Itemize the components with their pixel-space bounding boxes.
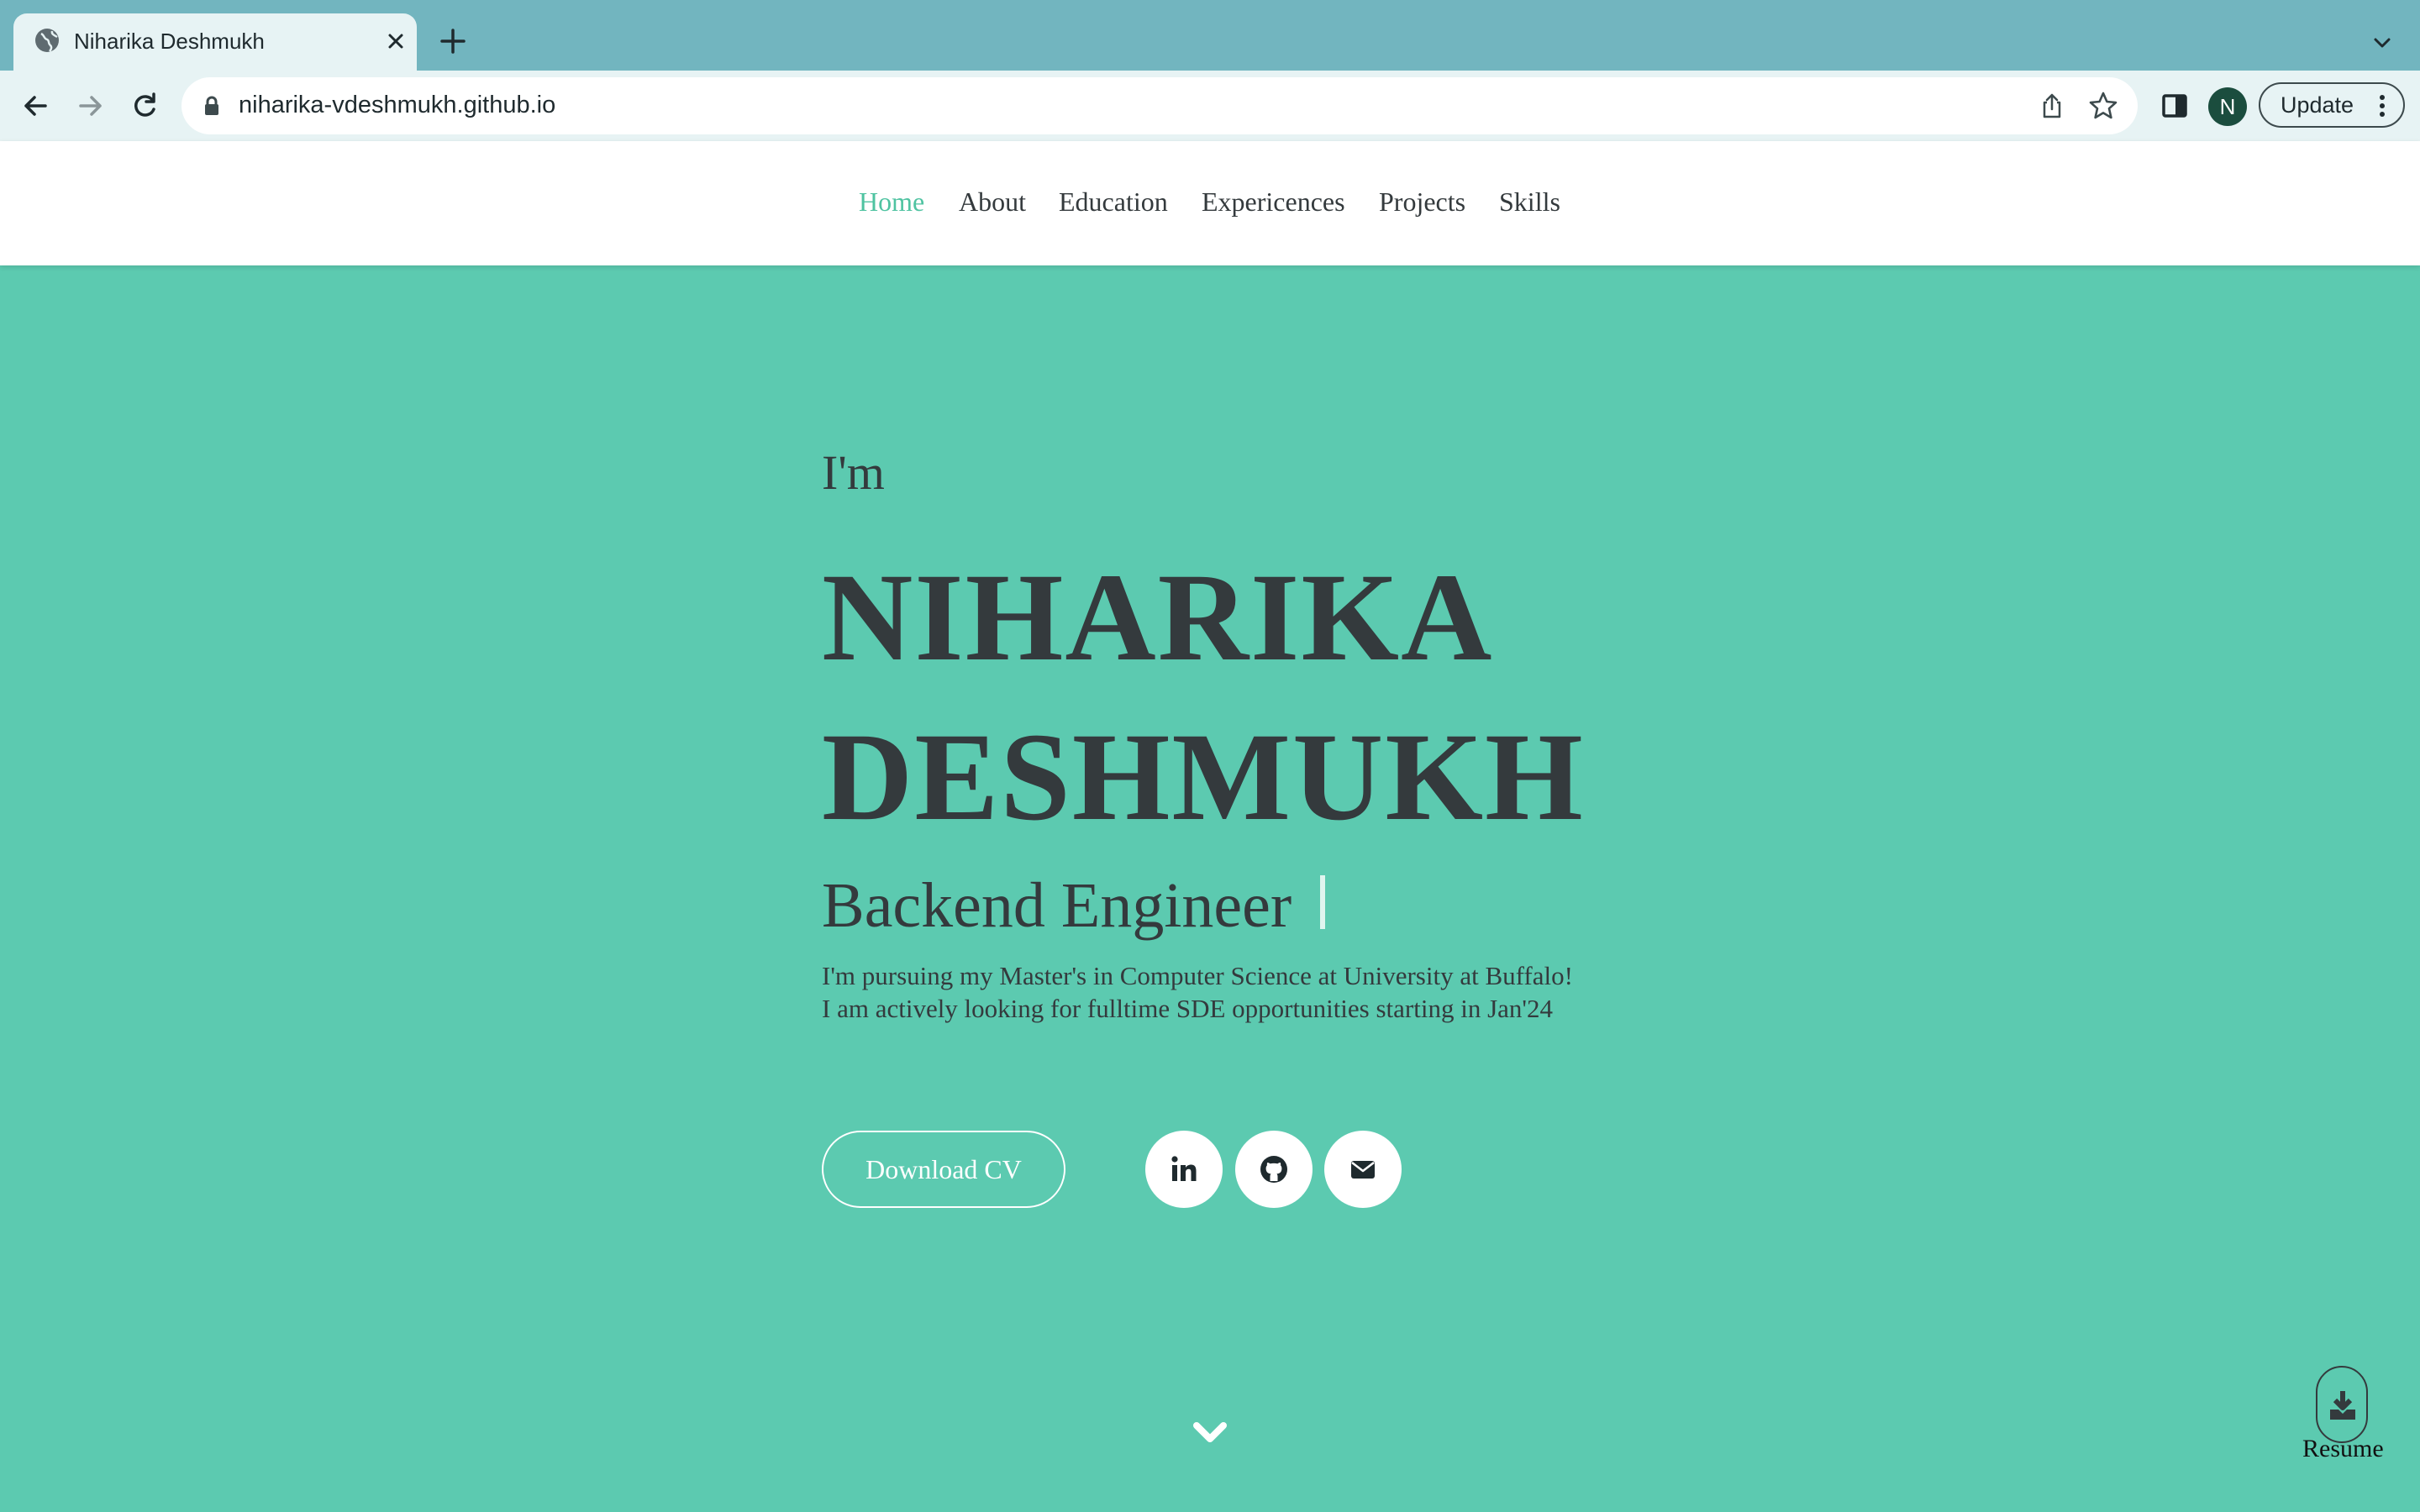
nav-link-about[interactable]: About xyxy=(959,186,1026,218)
forward-arrow-icon[interactable] xyxy=(74,89,108,123)
avatar[interactable]: N xyxy=(2208,87,2247,126)
nav-link-projects[interactable]: Projects xyxy=(1379,186,1465,218)
resume-download-widget[interactable]: Resume xyxy=(2297,1366,2391,1467)
download-cv-button[interactable]: Download CV xyxy=(822,1131,1065,1208)
site-navbar: Home About Education Expericences Projec… xyxy=(0,141,2420,265)
linkedin-icon xyxy=(1171,1156,1197,1181)
linkedin-button[interactable] xyxy=(1145,1131,1223,1208)
download-icon xyxy=(2330,1391,2355,1420)
hero-name: NIHARIKA DESHMUKH xyxy=(822,538,1585,857)
browser-tab[interactable]: Niharika Deshmukh xyxy=(13,13,417,71)
browser-toolbar: niharika-vdeshmukh.github.io N Update xyxy=(0,71,2420,141)
nav-link-education[interactable]: Education xyxy=(1059,186,1168,218)
resume-label: Resume xyxy=(2302,1435,2384,1462)
resume-download-button[interactable] xyxy=(2316,1366,2368,1443)
url-text[interactable]: niharika-vdeshmukh.github.io xyxy=(239,92,555,119)
reload-icon[interactable] xyxy=(128,89,161,123)
lock-icon[interactable] xyxy=(200,94,224,118)
share-icon[interactable] xyxy=(2037,91,2067,121)
chevron-down-icon[interactable] xyxy=(2368,29,2396,57)
nav-link-experiences[interactable]: Expericences xyxy=(1202,186,1345,218)
chevron-down-icon[interactable] xyxy=(1192,1418,1228,1446)
kebab-menu-icon[interactable] xyxy=(2376,92,2388,119)
hero-intro: I'm xyxy=(822,445,885,500)
envelope-icon xyxy=(1351,1161,1375,1179)
hero-name-line2: DESHMUKH xyxy=(822,707,1585,847)
email-button[interactable] xyxy=(1324,1131,1402,1208)
update-label: Update xyxy=(2281,92,2354,118)
update-button[interactable]: Update xyxy=(2259,82,2405,128)
hero-description: I'm pursuing my Master's in Computer Sci… xyxy=(822,959,1573,1025)
star-icon[interactable] xyxy=(2087,90,2119,122)
nav-link-home[interactable]: Home xyxy=(859,186,924,218)
typing-cursor xyxy=(1320,875,1325,929)
globe-icon xyxy=(35,29,59,52)
plus-icon[interactable] xyxy=(437,25,469,57)
close-icon[interactable] xyxy=(383,29,408,54)
back-arrow-icon[interactable] xyxy=(18,89,52,123)
nav-link-skills[interactable]: Skills xyxy=(1499,186,1560,218)
hero-role: Backend Engineer xyxy=(822,870,1292,941)
address-bar[interactable]: niharika-vdeshmukh.github.io xyxy=(182,77,2138,134)
side-panel-icon[interactable] xyxy=(2158,89,2191,123)
browser-tab-strip: Niharika Deshmukh xyxy=(0,0,2420,71)
hero-description-line2: I am actively looking for fulltime SDE o… xyxy=(822,994,1553,1023)
tab-title: Niharika Deshmukh xyxy=(74,29,265,54)
hero-description-line1: I'm pursuing my Master's in Computer Sci… xyxy=(822,961,1573,990)
hero-name-line1: NIHARIKA xyxy=(822,548,1494,687)
github-icon xyxy=(1260,1156,1287,1183)
github-button[interactable] xyxy=(1235,1131,1313,1208)
